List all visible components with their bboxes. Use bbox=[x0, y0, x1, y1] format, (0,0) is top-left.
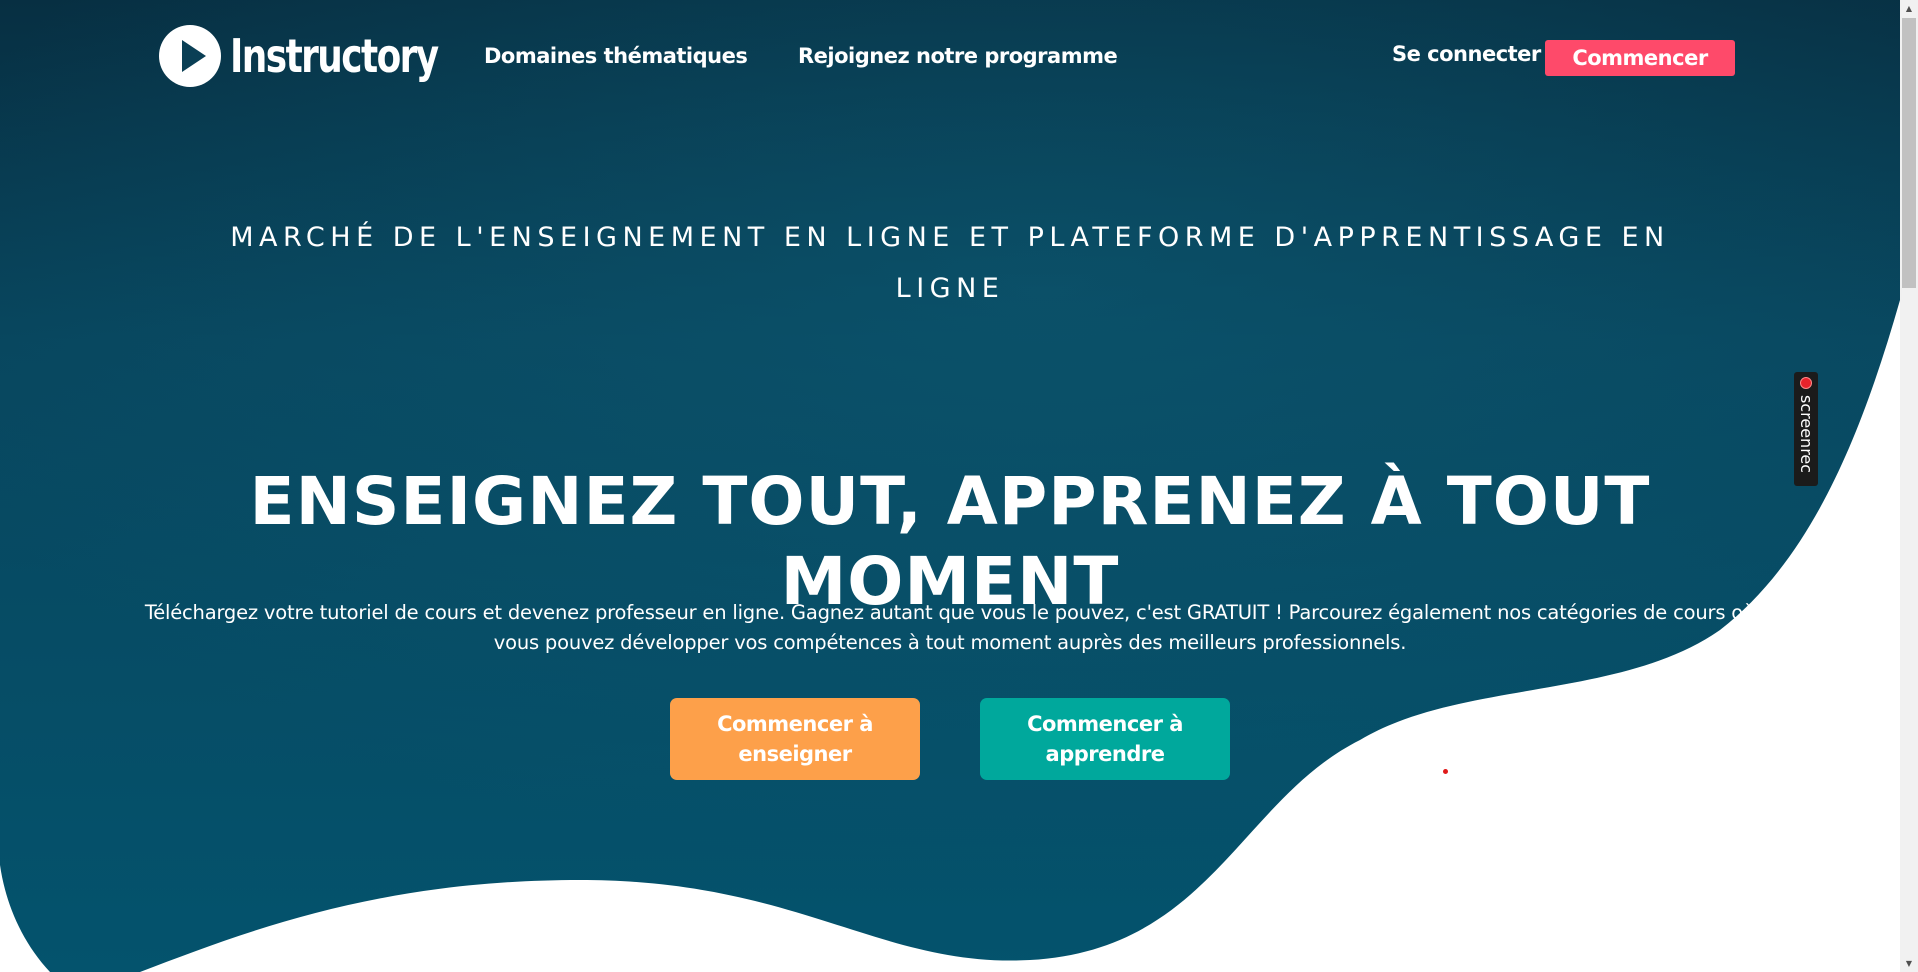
logo-text: Instructory bbox=[230, 29, 439, 83]
hero-eyebrow: MARCHÉ DE L'ENSEIGNEMENT EN LIGNE ET PLA… bbox=[230, 222, 1670, 304]
nav-join-program-link[interactable]: Rejoignez notre programme bbox=[798, 44, 1118, 68]
hero-description: Téléchargez votre tutoriel de cours et d… bbox=[144, 600, 1756, 654]
screenrec-widget[interactable]: screenrec bbox=[1794, 372, 1818, 486]
nav-topics-link[interactable]: Domaines thématiques bbox=[484, 44, 748, 68]
scrollbar-thumb[interactable] bbox=[1902, 18, 1916, 288]
start-learning-button[interactable]: Commencer à apprendre bbox=[980, 698, 1230, 780]
scroll-up-arrow-icon[interactable]: ▲ bbox=[1900, 0, 1918, 17]
login-link[interactable]: Se connecter bbox=[1392, 42, 1541, 66]
start-button[interactable]: Commencer bbox=[1545, 40, 1735, 76]
play-logo-icon bbox=[159, 25, 221, 87]
logo[interactable]: Instructory bbox=[158, 24, 496, 88]
start-teaching-button[interactable]: Commencer à enseigner bbox=[670, 698, 920, 780]
page: Instructory Domaines thématiques Rejoign… bbox=[0, 0, 1918, 972]
scroll-down-arrow-icon[interactable]: ▼ bbox=[1900, 955, 1918, 972]
record-icon bbox=[1800, 377, 1812, 389]
cursor-dot bbox=[1443, 769, 1448, 774]
screenrec-label: screenrec bbox=[1797, 395, 1816, 474]
page-scrollbar[interactable]: ▲ ▼ bbox=[1900, 0, 1918, 972]
